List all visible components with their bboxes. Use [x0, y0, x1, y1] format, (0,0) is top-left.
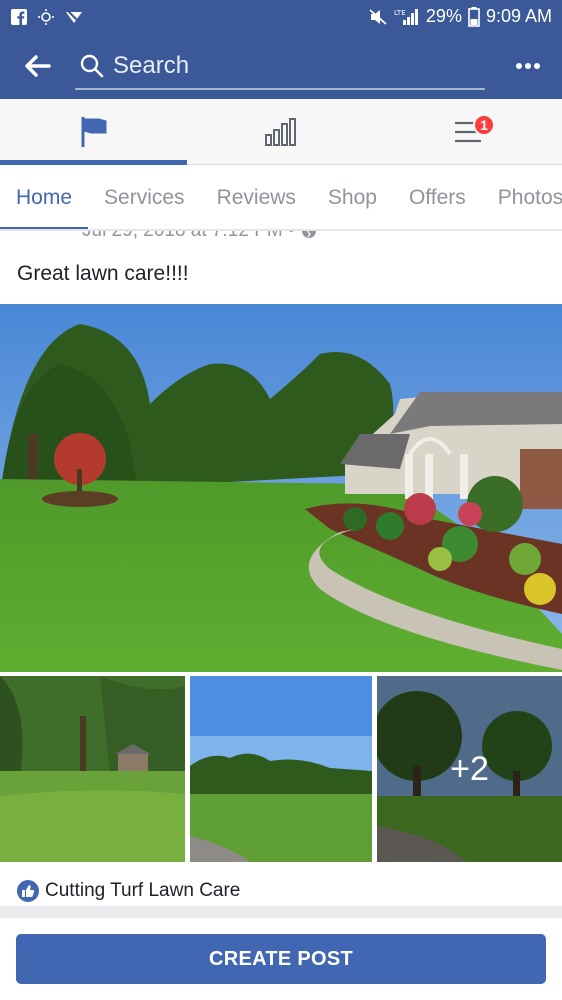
- post-photo-thumb-2[interactable]: [190, 676, 372, 862]
- open-field-image: [190, 676, 372, 862]
- search-input[interactable]: Search: [75, 44, 485, 90]
- tab-shop[interactable]: Shop: [312, 166, 393, 229]
- gazebo-lawn-image: [0, 676, 185, 862]
- tab-home[interactable]: Home: [0, 166, 89, 229]
- svg-text:LTE: LTE: [394, 9, 406, 17]
- tab-offers[interactable]: Offers: [393, 166, 482, 229]
- create-post-button[interactable]: CREATE POST: [16, 934, 546, 984]
- bar-chart-icon: [264, 117, 296, 146]
- more-dots-icon: [516, 63, 540, 69]
- brightness-icon: [36, 8, 56, 26]
- back-arrow-icon: [24, 55, 51, 77]
- battery-icon: [468, 6, 480, 27]
- search-icon: [80, 54, 104, 78]
- like-thumb-icon: [17, 880, 39, 902]
- search-placeholder: Search: [113, 52, 190, 79]
- post-photo-thumb-3[interactable]: +2: [377, 676, 562, 862]
- no-signal-icon: [64, 8, 84, 26]
- tab-services[interactable]: Services: [88, 166, 201, 229]
- battery-percent: 29%: [425, 6, 462, 26]
- more-options-button[interactable]: [516, 33, 540, 99]
- post-page-attribution[interactable]: Cutting Turf Lawn Care: [17, 880, 240, 902]
- page-tabs: Home Services Reviews Shop Offers Photos: [0, 166, 562, 230]
- bottom-action-bar: CREATE POST: [0, 918, 562, 1000]
- post-message: Great lawn care!!!!: [17, 262, 189, 285]
- mute-icon: [368, 8, 388, 26]
- tab-page[interactable]: [0, 99, 188, 165]
- tab-insights[interactable]: [187, 99, 374, 164]
- back-button[interactable]: [0, 33, 75, 99]
- post-main-photo[interactable]: [0, 304, 562, 672]
- more-photos-count: +2: [450, 749, 489, 788]
- lte-signal-icon: LTE: [394, 8, 420, 26]
- status-bar: LTE 29% 9:09 AM: [0, 0, 562, 33]
- search-header: Search: [0, 33, 562, 99]
- icon-tab-bar: 1: [0, 99, 562, 165]
- clock: 9:09 AM: [485, 6, 552, 26]
- page-name: Cutting Turf Lawn Care: [45, 880, 241, 901]
- more-photos-overlay[interactable]: +2: [377, 676, 562, 862]
- flag-icon: [81, 116, 107, 147]
- tab-menu[interactable]: [375, 99, 562, 164]
- tab-photos[interactable]: Photos: [482, 166, 562, 229]
- tab-reviews[interactable]: Reviews: [201, 166, 312, 229]
- lawn-house-image: [0, 304, 562, 672]
- facebook-notification-icon: [10, 8, 28, 26]
- notification-badge: 1: [473, 114, 495, 136]
- section-divider: [0, 906, 562, 918]
- post-photo-thumb-1[interactable]: [0, 676, 185, 862]
